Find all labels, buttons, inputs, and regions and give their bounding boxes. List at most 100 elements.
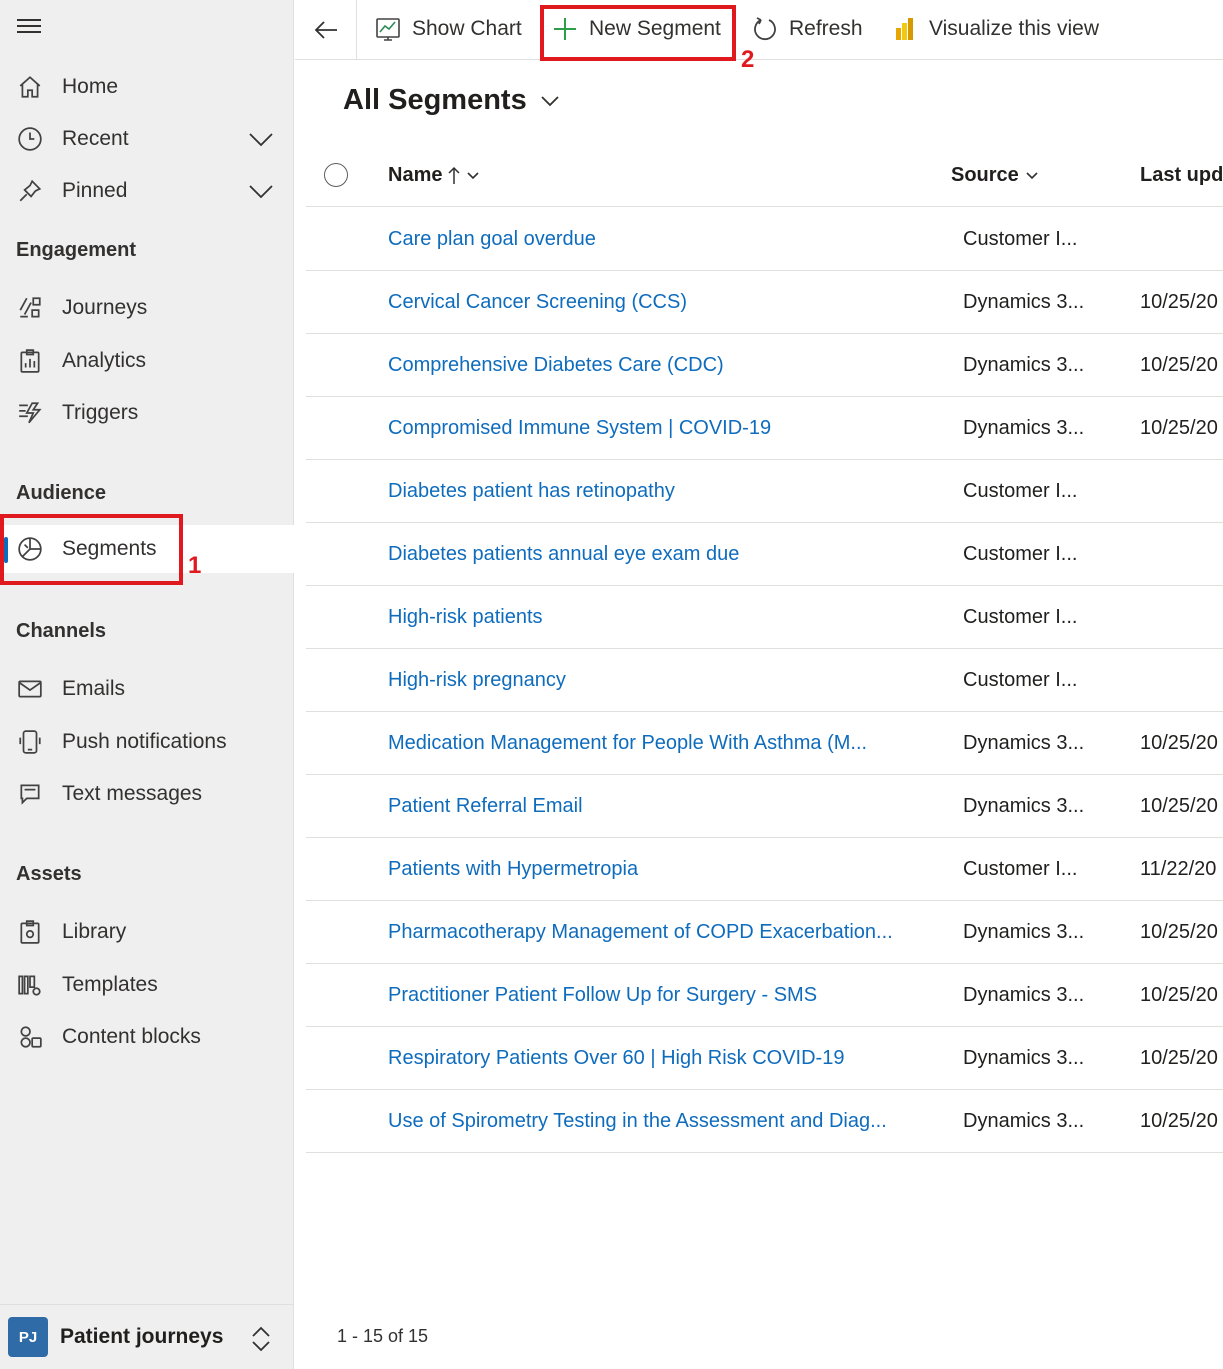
sidebar-item-pinned[interactable]: Pinned <box>0 167 294 215</box>
table-row[interactable]: Use of Spirometry Testing in the Assessm… <box>306 1090 1223 1153</box>
segment-name-link[interactable]: Care plan goal overdue <box>388 228 596 251</box>
segment-name-link[interactable]: Medication Management for People With As… <box>388 732 867 755</box>
table-row[interactable]: Comprehensive Diabetes Care (CDC) Dynamic… <box>306 334 1223 397</box>
phone-icon <box>16 728 44 756</box>
segment-source-cell: Dynamics 3... <box>963 291 1085 313</box>
grid-header: Name Source Last upda <box>306 146 1223 207</box>
table-row[interactable]: Diabetes patient has retinopathy Customer… <box>306 460 1223 523</box>
content-blocks-icon <box>16 1023 44 1051</box>
sidebar: Home Recent Pinned Engagement Journeys A… <box>0 0 294 1369</box>
segment-name-link[interactable]: Diabetes patients annual eye exam due <box>388 543 739 566</box>
hamburger-menu-icon[interactable] <box>17 19 41 35</box>
back-button[interactable] <box>295 0 357 59</box>
segment-name-link[interactable]: Patient Referral Email <box>388 795 583 818</box>
chevron-down-icon <box>541 95 559 106</box>
sidebar-item-analytics[interactable]: Analytics <box>0 337 294 385</box>
sidebar-item-label: Home <box>62 75 119 98</box>
sidebar-item-emails[interactable]: Emails <box>0 665 294 713</box>
annotation-number-2: 2 <box>741 46 755 73</box>
triggers-icon <box>16 399 44 427</box>
segment-source-cell: Customer I... <box>963 858 1078 880</box>
sidebar-item-journeys[interactable]: Journeys <box>0 284 294 332</box>
column-header-last-updated[interactable]: Last upda <box>1140 164 1223 187</box>
refresh-button[interactable]: Refresh <box>751 10 863 48</box>
sidebar-item-label: Journeys <box>62 296 148 319</box>
chevron-down-icon[interactable] <box>248 127 274 151</box>
segment-name-link[interactable]: Respiratory Patients Over 60 | High Risk… <box>388 1047 844 1070</box>
segment-source-cell: Customer I... <box>963 606 1078 628</box>
segment-name-link[interactable]: Patients with Hypermetropia <box>388 858 638 881</box>
pin-icon <box>16 177 44 205</box>
segment-last-updated-cell: 10/25/20 <box>1140 354 1218 376</box>
command-bar: Show Chart New Segment Refresh Visualize… <box>295 0 1223 60</box>
segment-source-cell: Customer I... <box>963 480 1078 502</box>
area-switcher[interactable]: PJ Patient journeys <box>0 1304 294 1369</box>
table-row[interactable]: High-risk patients Customer I... <box>306 586 1223 649</box>
segment-source-cell: Dynamics 3... <box>963 732 1085 754</box>
show-chart-button[interactable]: Show Chart <box>374 10 522 48</box>
segment-last-updated-cell: 11/22/20 <box>1140 858 1217 880</box>
column-header-name[interactable]: Name <box>388 164 480 187</box>
select-all-checkbox[interactable] <box>324 163 348 187</box>
view-selector[interactable]: All Segments <box>343 84 561 117</box>
table-row[interactable]: Medication Management for People With As… <box>306 712 1223 775</box>
table-row[interactable]: Practitioner Patient Follow Up for Surge… <box>306 964 1223 1027</box>
chevron-down-icon[interactable] <box>248 179 274 203</box>
templates-icon <box>16 971 44 999</box>
segment-last-updated-cell: 10/25/20 <box>1140 1110 1218 1132</box>
segment-source-cell: Dynamics 3... <box>963 354 1085 376</box>
sort-ascending-icon <box>448 166 461 184</box>
sidebar-item-label: Recent <box>62 127 129 150</box>
sidebar-item-templates[interactable]: Templates <box>0 961 294 1009</box>
area-label: Patient journeys <box>60 1325 224 1348</box>
segment-name-link[interactable]: Diabetes patient has retinopathy <box>388 480 675 503</box>
sidebar-item-label: Library <box>62 920 127 943</box>
segment-source-cell: Dynamics 3... <box>963 921 1085 943</box>
segment-source-cell: Customer I... <box>963 543 1078 565</box>
table-row[interactable]: Cervical Cancer Screening (CCS) Dynamics … <box>306 271 1223 334</box>
table-row[interactable]: Patients with Hypermetropia Customer I...… <box>306 838 1223 901</box>
area-badge: PJ <box>8 1317 48 1357</box>
table-row[interactable]: Patient Referral Email Dynamics 3... 10/25… <box>306 775 1223 838</box>
show-chart-label: Show Chart <box>412 17 522 40</box>
sidebar-item-text-messages[interactable]: Text messages <box>0 770 294 818</box>
segment-source-cell: Dynamics 3... <box>963 984 1085 1006</box>
visualize-label: Visualize this view <box>929 17 1100 40</box>
visualize-view-button[interactable]: Visualize this view <box>891 10 1099 48</box>
segment-source-cell: Dynamics 3... <box>963 1110 1085 1132</box>
chevron-down-icon <box>467 171 480 179</box>
table-row[interactable]: Pharmacotherapy Management of COPD Exace… <box>306 901 1223 964</box>
section-title-assets: Assets <box>16 863 82 885</box>
table-row[interactable]: Respiratory Patients Over 60 | High Risk… <box>306 1027 1223 1090</box>
segment-name-link[interactable]: High-risk patients <box>388 606 543 629</box>
segment-name-link[interactable]: Comprehensive Diabetes Care (CDC) <box>388 354 724 377</box>
segment-name-link[interactable]: Practitioner Patient Follow Up for Surge… <box>388 984 817 1007</box>
sidebar-item-push-notifications[interactable]: Push notifications <box>0 718 294 766</box>
segment-last-updated-cell: 10/25/20 <box>1140 1047 1218 1069</box>
segment-source-cell: Dynamics 3... <box>963 795 1085 817</box>
section-title-audience: Audience <box>16 482 107 504</box>
sidebar-item-recent[interactable]: Recent <box>0 115 294 163</box>
segment-name-link[interactable]: Compromised Immune System | COVID-19 <box>388 417 771 440</box>
journeys-icon <box>16 294 44 322</box>
sidebar-item-library[interactable]: Library <box>0 908 294 956</box>
chevron-up-down-icon[interactable] <box>250 1325 272 1353</box>
table-row[interactable]: Diabetes patients annual eye exam due Cus… <box>306 523 1223 586</box>
sidebar-item-content-blocks[interactable]: Content blocks <box>0 1013 294 1061</box>
segment-name-link[interactable]: Cervical Cancer Screening (CCS) <box>388 291 687 314</box>
chat-icon <box>16 780 44 808</box>
table-row[interactable]: Compromised Immune System | COVID-19 Dyna… <box>306 397 1223 460</box>
clock-icon <box>16 125 44 153</box>
table-row[interactable]: Care plan goal overdue Customer I... <box>306 208 1223 271</box>
section-title-engagement: Engagement <box>16 239 137 261</box>
sidebar-item-triggers[interactable]: Triggers <box>0 389 294 437</box>
column-header-source[interactable]: Source <box>951 164 1039 187</box>
refresh-icon <box>751 15 779 43</box>
column-header-last-updated-label: Last upda <box>1140 164 1223 186</box>
sidebar-item-home[interactable]: Home <box>0 63 294 111</box>
segment-name-link[interactable]: High-risk pregnancy <box>388 669 566 692</box>
segment-last-updated-cell: 10/25/20 <box>1140 291 1218 313</box>
segment-name-link[interactable]: Use of Spirometry Testing in the Assessm… <box>388 1110 887 1133</box>
segment-name-link[interactable]: Pharmacotherapy Management of COPD Exace… <box>388 921 893 944</box>
table-row[interactable]: High-risk pregnancy Customer I... <box>306 649 1223 712</box>
